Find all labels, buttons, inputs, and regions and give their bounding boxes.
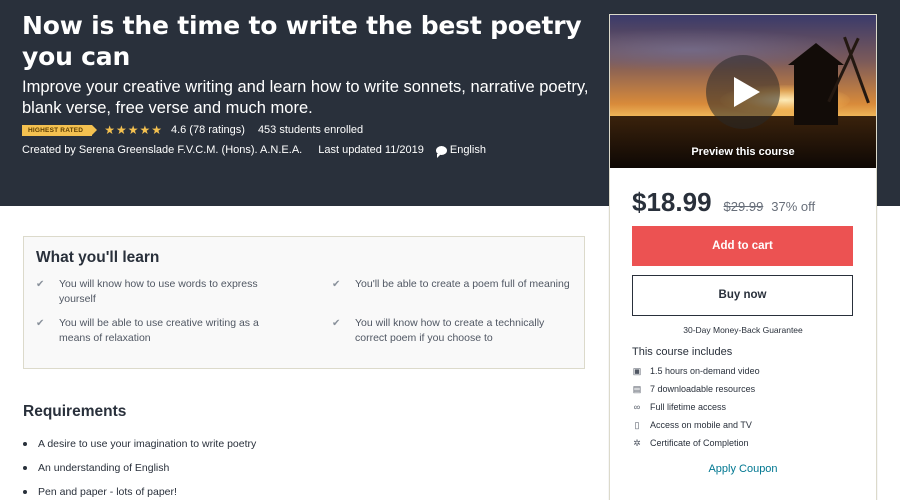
- bullet-icon: [23, 442, 27, 446]
- list-item: ∞ Full lifetime access: [632, 398, 760, 416]
- current-price: $18.99: [632, 187, 712, 217]
- list-item: Pen and paper - lots of paper!: [23, 480, 256, 500]
- mobile-icon: ▯: [634, 419, 640, 430]
- instructor-link[interactable]: Created by Serena Greenslade F.V.C.M. (H…: [22, 144, 302, 156]
- list-item: An understanding of English: [23, 456, 256, 480]
- rating-count-link[interactable]: (78 ratings): [189, 124, 245, 136]
- file-icon: ▤: [632, 383, 642, 394]
- price-row: $18.99 $29.99 37% off: [632, 187, 815, 218]
- video-icon: ▣: [632, 365, 642, 376]
- course-language: English: [449, 144, 486, 156]
- buy-now-button[interactable]: Buy now: [632, 275, 853, 316]
- learn-item-text: You will be able to use creative writing…: [59, 317, 259, 344]
- infinity-icon: ∞: [633, 402, 641, 412]
- include-text: Access on mobile and TV: [650, 420, 752, 430]
- purchase-card: Preview this course $18.99 $29.99 37% of…: [609, 14, 877, 500]
- check-icon: ✔: [332, 279, 341, 290]
- course-meta-row: Created by Serena Greenslade F.V.C.M. (H…: [22, 144, 486, 158]
- includes-heading: This course includes: [632, 346, 733, 358]
- learn-item-text: You will know how to create a technicall…: [355, 317, 545, 344]
- preview-label: Preview this course: [691, 146, 795, 158]
- learn-item: ✔ You will know how to create a technica…: [332, 316, 570, 346]
- learn-item: ✔ You will know how to use words to expr…: [36, 277, 274, 307]
- bullet-icon: [23, 466, 27, 470]
- check-icon: ✔: [36, 318, 45, 329]
- students-enrolled: 453 students enrolled: [257, 124, 364, 136]
- bullet-icon: [23, 490, 27, 494]
- rating-row: HIGHEST RATED ★★★★★ 4.6 (78 ratings) 453…: [22, 122, 363, 138]
- include-text: 1.5 hours on-demand video: [650, 366, 760, 376]
- learn-item: ✔ You'll be able to create a poem full o…: [332, 277, 570, 292]
- highest-rated-badge: HIGHEST RATED: [22, 124, 98, 136]
- certificate-icon: ✲: [633, 437, 641, 448]
- learn-item-text: You will know how to use words to expres…: [59, 278, 258, 305]
- includes-list: ▣ 1.5 hours on-demand video ▤ 7 downloadab…: [632, 362, 760, 452]
- preview-image-windmill-roof: [788, 43, 844, 65]
- add-to-cart-button[interactable]: Add to cart: [632, 226, 853, 266]
- check-icon: ✔: [332, 318, 341, 329]
- last-updated: Last updated 11/2019: [318, 144, 424, 156]
- discount-label: 37% off: [771, 199, 816, 214]
- list-item: ▣ 1.5 hours on-demand video: [632, 362, 760, 380]
- play-icon: [734, 77, 760, 107]
- original-price: $29.99: [723, 199, 764, 214]
- money-back-guarantee: 30-Day Money-Back Guarantee: [683, 325, 803, 335]
- apply-coupon-link[interactable]: Apply Coupon: [610, 463, 876, 475]
- check-icon: ✔: [36, 279, 45, 290]
- what-youll-learn-box: What you'll learn ✔ You will know how to…: [23, 236, 585, 369]
- rating-value: 4.6: [171, 124, 187, 136]
- include-text: Certificate of Completion: [650, 438, 749, 448]
- list-item: ▯ Access on mobile and TV: [632, 416, 760, 434]
- learn-item: ✔ You will be able to use creative writi…: [36, 316, 274, 346]
- course-subtitle: Improve your creative writing and learn …: [22, 78, 589, 117]
- course-title: Now is the time to write the best poetry…: [22, 11, 582, 71]
- list-item: A desire to use your imagination to writ…: [23, 432, 256, 456]
- learn-item-text: You'll be able to create a poem full of …: [355, 278, 570, 290]
- requirements-heading: Requirements: [23, 403, 127, 420]
- requirement-text: A desire to use your imagination to writ…: [38, 438, 257, 450]
- requirement-text: Pen and paper - lots of paper!: [38, 486, 177, 498]
- star-rating-icon: ★★★★★: [104, 123, 163, 137]
- list-item: ▤ 7 downloadable resources: [632, 380, 760, 398]
- include-text: 7 downloadable resources: [650, 384, 756, 394]
- learn-heading: What you'll learn: [36, 249, 160, 266]
- include-text: Full lifetime access: [650, 402, 727, 412]
- course-preview-video[interactable]: Preview this course: [610, 15, 876, 168]
- speech-bubble-icon: [435, 145, 447, 158]
- list-item: ✲ Certificate of Completion: [632, 434, 760, 452]
- requirements-list: A desire to use your imagination to writ…: [23, 432, 256, 500]
- requirement-text: An understanding of English: [38, 462, 170, 474]
